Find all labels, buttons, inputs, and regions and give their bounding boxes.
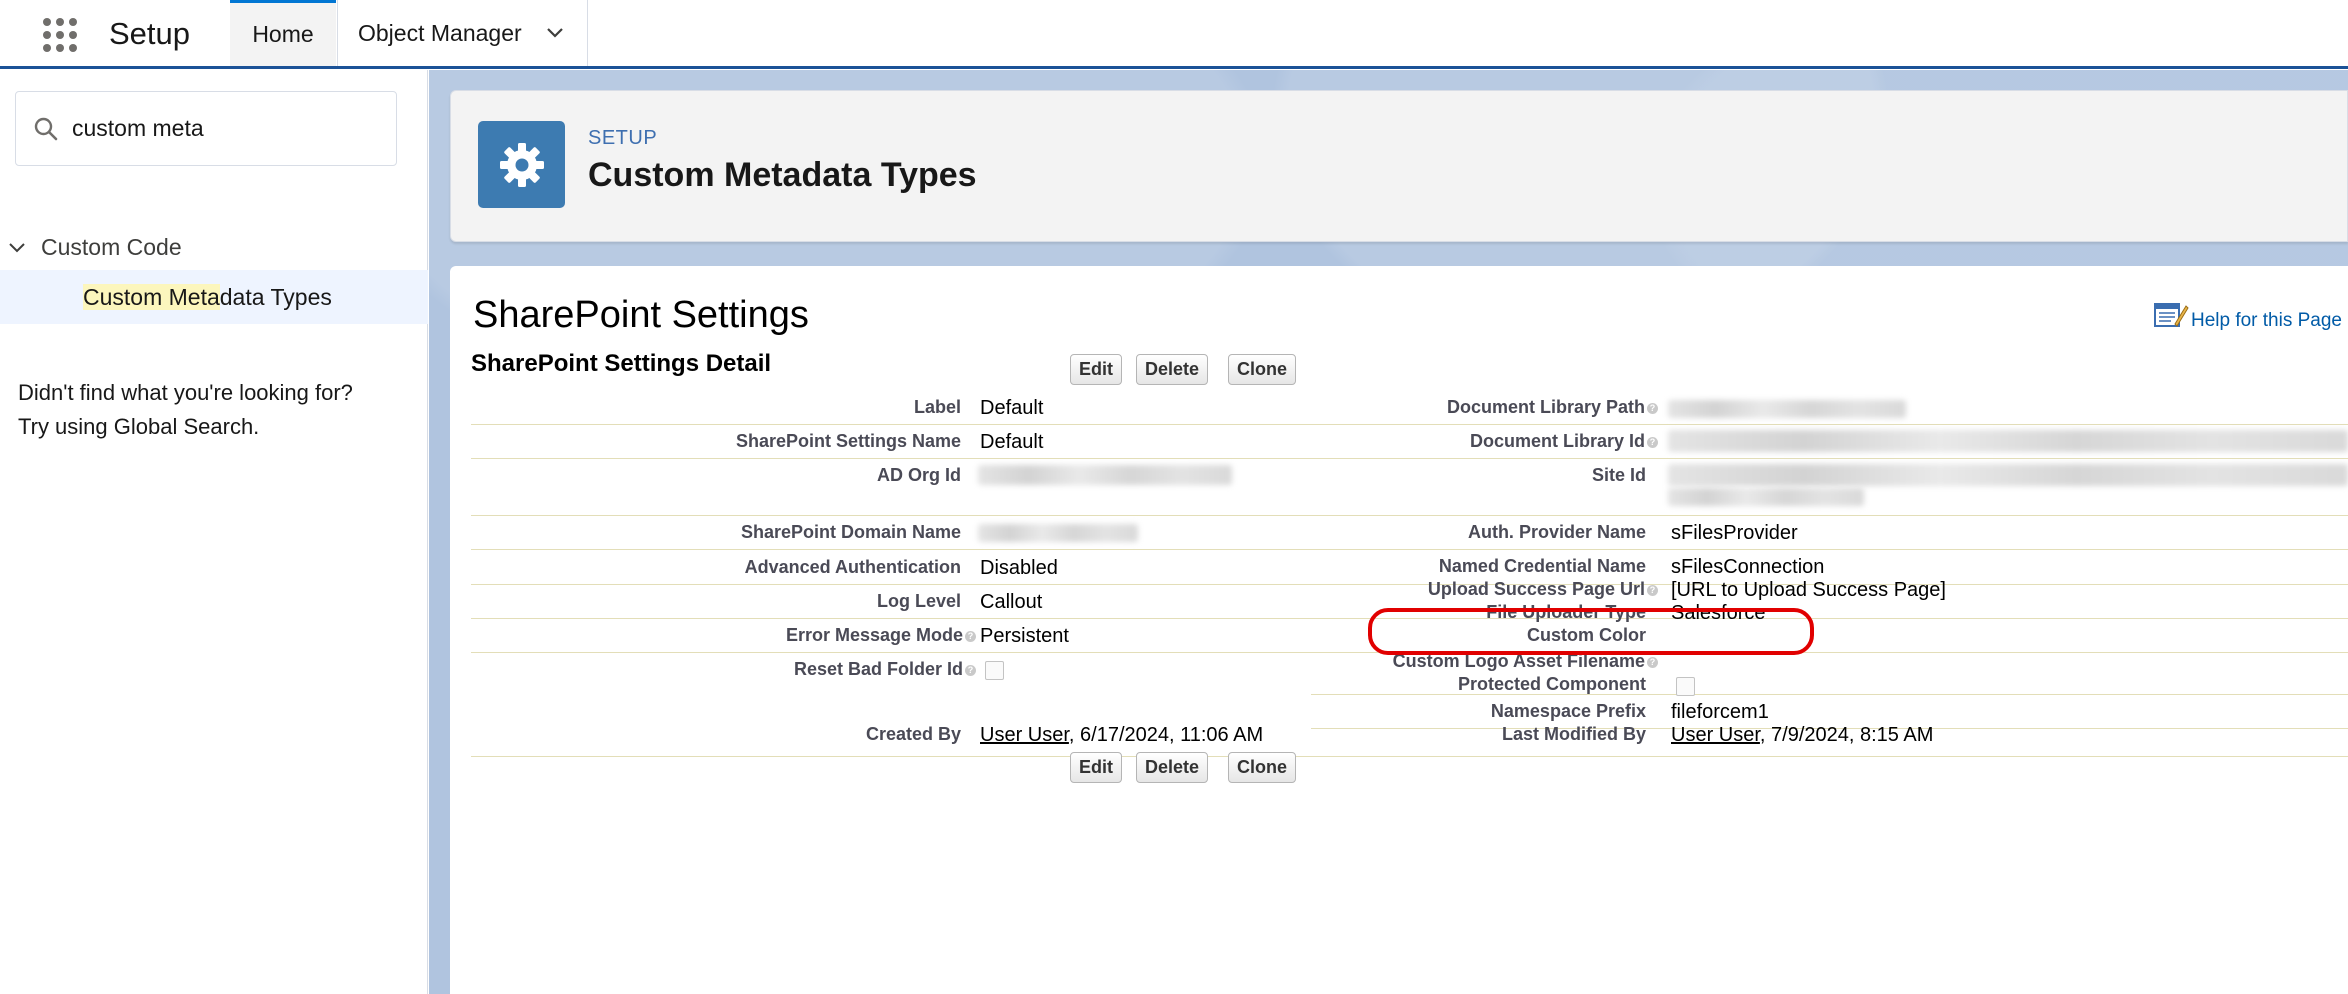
tree-leaf-custom-metadata-types[interactable]: Custom Metadata Types xyxy=(0,270,428,324)
field-label-text: Custom Logo Asset Filename xyxy=(1392,651,1645,671)
setup-sidebar: Custom Code Custom Metadata Types Didn't… xyxy=(0,70,428,994)
row-divider xyxy=(1311,458,2348,459)
quick-find-input[interactable] xyxy=(72,110,382,146)
field-label-with-help: Custom Logo Asset Filename? xyxy=(450,651,1658,672)
help-link[interactable]: Help for this Page xyxy=(2153,300,2342,332)
not-found-line-1: Didn't find what you're looking for? xyxy=(18,380,353,405)
record-content: SharePoint Settings Help for this Page S… xyxy=(450,266,2348,994)
page-header: SETUP Custom Metadata Types xyxy=(450,90,2348,242)
field-label-text: Upload Success Page Url xyxy=(1427,579,1645,599)
detail-section-title: SharePoint Settings Detail xyxy=(471,350,772,377)
breadcrumb: SETUP xyxy=(588,127,658,149)
row-divider xyxy=(1311,549,2348,550)
quick-find-box[interactable] xyxy=(15,91,397,166)
modified-by-date: , 7/9/2024, 8:15 AM xyxy=(1759,724,1934,746)
help-bubble-icon[interactable]: ? xyxy=(1647,436,1658,448)
redacted-value xyxy=(1668,430,2348,452)
global-header: Setup Home Object Manager xyxy=(0,0,2348,69)
tree-leaf-label: Custom Metadata Types xyxy=(83,284,332,311)
help-page-icon xyxy=(2153,303,2189,327)
edit-button[interactable]: Edit xyxy=(1070,354,1122,385)
search-match-highlight: Custom Meta xyxy=(83,284,220,310)
field-value: [URL to Upload Success Page] xyxy=(1671,579,1946,601)
modified-by-value: User User, 7/9/2024, 8:15 AM xyxy=(1671,724,1933,747)
clone-button-bottom[interactable]: Clone xyxy=(1228,752,1297,783)
delete-button[interactable]: Delete xyxy=(1136,354,1209,385)
search-icon xyxy=(34,117,58,141)
help-bubble-icon[interactable]: ? xyxy=(1647,584,1658,596)
app-name: Setup xyxy=(109,16,191,51)
field-value: Salesforce xyxy=(1671,602,1766,624)
field-label: Site Id xyxy=(1591,465,1646,485)
page-title: Custom Metadata Types xyxy=(588,156,977,194)
field-label: Namespace Prefix xyxy=(1490,701,1646,721)
field-label-with-help: Document Library Id? xyxy=(450,431,1658,452)
field-label: Auth. Provider Name xyxy=(1467,522,1646,542)
row-divider xyxy=(471,424,1311,425)
field-label-text: Document Library Id xyxy=(1469,431,1645,451)
row-divider xyxy=(471,549,1311,550)
field-label: Last Modified By xyxy=(1501,724,1646,744)
redacted-value xyxy=(1668,464,2348,486)
record-title: SharePoint Settings xyxy=(473,294,809,336)
field-label: File Uploader Type xyxy=(1486,602,1646,622)
help-link-label[interactable]: Help for this Page xyxy=(2191,310,2342,332)
row-divider xyxy=(471,515,1311,516)
gear-icon xyxy=(499,142,544,187)
tree-node-label: Custom Code xyxy=(41,234,182,260)
row-divider xyxy=(1311,424,2348,425)
field-value: fileforcem1 xyxy=(1671,701,1769,723)
field-label-text: Document Library Path xyxy=(1446,397,1645,417)
tab-object-manager-label: Object Manager xyxy=(358,19,522,46)
main-content: SETUP Custom Metadata Types SharePoint S… xyxy=(429,70,2348,994)
field-label: Named Credential Name xyxy=(1438,556,1646,576)
tab-home[interactable]: Home xyxy=(230,0,336,66)
not-found-message: Didn't find what you're looking for? Try… xyxy=(18,376,418,444)
field-label-with-help: Upload Success Page Url? xyxy=(450,579,1658,600)
setup-gear-tile xyxy=(478,121,565,208)
row-divider xyxy=(1311,756,2348,757)
not-found-line-2: Try using Global Search. xyxy=(18,414,260,439)
clone-button[interactable]: Clone xyxy=(1228,354,1297,385)
tree-node-custom-code[interactable]: Custom Code xyxy=(0,227,428,267)
modified-by-user-link[interactable]: User User xyxy=(1671,724,1760,746)
chevron-down-icon[interactable] xyxy=(8,239,26,257)
field-label: Protected Component xyxy=(1457,674,1646,694)
field-label: Custom Color xyxy=(1527,625,1646,645)
redacted-value xyxy=(1668,400,1906,418)
protected-component-checkbox xyxy=(1676,677,1695,696)
field-value: sFilesProvider xyxy=(1671,522,1798,544)
app-launcher-icon[interactable] xyxy=(39,14,81,56)
tree-leaf-label-rest: data Types xyxy=(219,284,332,310)
help-bubble-icon[interactable]: ? xyxy=(1647,656,1658,668)
field-label-with-help: Document Library Path? xyxy=(450,397,1658,418)
help-bubble-icon[interactable]: ? xyxy=(1647,402,1658,414)
field-value: sFilesConnection xyxy=(1671,556,1825,578)
edit-button-bottom[interactable]: Edit xyxy=(1070,752,1122,783)
redacted-value xyxy=(1668,488,1864,506)
delete-button-bottom[interactable]: Delete xyxy=(1136,752,1209,783)
row-divider xyxy=(471,458,1311,459)
tab-object-manager[interactable]: Object Manager xyxy=(337,0,588,66)
row-divider xyxy=(1311,515,2348,516)
chevron-down-icon[interactable] xyxy=(545,23,565,43)
